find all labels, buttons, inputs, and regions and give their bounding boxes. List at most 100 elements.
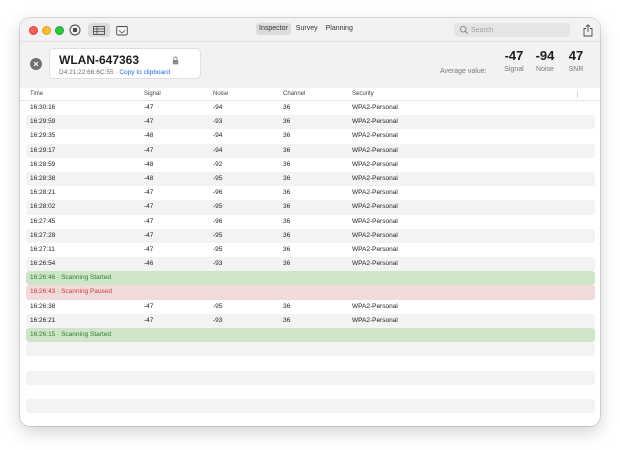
cell-signal: -47 (144, 146, 154, 154)
cell-signal: -47 (144, 245, 154, 253)
cell-security: WPA2-Personal (352, 132, 398, 140)
event-text: 16:26:46 · Scanning Started (30, 274, 111, 282)
copy-to-clipboard-link[interactable]: Copy to clipboard (119, 69, 170, 76)
empty-table-row (26, 413, 595, 426)
cell-time: 16:27:28 (30, 231, 56, 239)
table-row[interactable]: 16:27:45 -47 -96 36 WPA2-Personal (26, 215, 595, 229)
table-row[interactable]: 16:27:28 -47 -95 36 WPA2-Personal (26, 228, 595, 243)
cell-channel: 36 (283, 146, 291, 154)
table-row[interactable]: 16:29:17 -47 -94 36 WPA2-Personal (26, 143, 595, 158)
stop-icon[interactable] (68, 23, 82, 37)
window-minimize-button[interactable] (42, 26, 51, 35)
table-row[interactable]: 16:28:38 -48 -95 36 WPA2-Personal (26, 171, 595, 187)
cell-noise: -94 (213, 104, 223, 111)
scanning-started-row[interactable]: 16:26:46 · Scanning Started (26, 271, 595, 286)
column-divider[interactable] (577, 91, 578, 98)
empty-table-row (26, 385, 595, 399)
column-header-signal[interactable]: Signal (144, 91, 161, 97)
cell-time: 16:28:59 (30, 160, 56, 168)
network-name: WLAN-647363 (59, 53, 140, 67)
cell-time: 16:26:54 (30, 260, 56, 268)
cell-noise: -95 (213, 245, 223, 253)
column-header-time[interactable]: Time (30, 91, 43, 97)
cell-channel: 36 (283, 189, 291, 197)
search-field (454, 23, 570, 37)
cell-noise: -95 (213, 174, 223, 182)
cell-channel: 36 (283, 118, 291, 126)
cell-signal: -47 (144, 316, 154, 324)
cell-signal: -47 (144, 104, 154, 111)
event-text: 16:26:43 · Scanning Paused (30, 288, 113, 296)
search-input[interactable] (471, 26, 567, 34)
average-signal-label: Signal (504, 66, 524, 73)
search-icon (459, 25, 468, 34)
table-row[interactable]: 16:29:59 -47 -93 36 WPA2-Personal (26, 115, 595, 130)
table-row[interactable]: 16:28:59 -48 -92 36 WPA2-Personal (26, 158, 595, 172)
cell-channel: 36 (283, 260, 291, 268)
window-close-button[interactable] (29, 26, 38, 35)
average-noise: -94 Noise (530, 48, 560, 73)
cell-security: WPA2-Personal (352, 316, 398, 324)
empty-table-row (26, 356, 595, 370)
list-view-icon[interactable] (88, 23, 110, 37)
table-row[interactable]: 16:26:54 -46 -93 36 WPA2-Personal (26, 257, 595, 272)
cell-signal: -48 (144, 132, 154, 140)
cell-signal: -47 (144, 231, 154, 239)
cell-time: 16:27:11 (30, 245, 55, 253)
cell-noise: -96 (213, 189, 223, 197)
average-noise-value: -94 (535, 48, 555, 63)
cell-security: WPA2-Personal (352, 189, 398, 197)
cell-channel: 36 (283, 160, 291, 168)
cell-channel: 36 (283, 302, 291, 310)
tab-survey[interactable]: Survey (293, 23, 321, 35)
empty-table-row (26, 370, 595, 385)
scanning-paused-row[interactable]: 16:26:43 · Scanning Paused (26, 285, 595, 300)
share-icon[interactable] (582, 23, 594, 37)
cell-security: WPA2-Personal (352, 217, 398, 225)
cell-time: 16:29:17 (30, 146, 56, 154)
window-zoom-button[interactable] (55, 26, 64, 35)
cell-time: 16:26:38 (30, 302, 56, 310)
cell-channel: 36 (283, 132, 291, 140)
column-header-noise[interactable]: Noise (213, 91, 228, 97)
pdf-export-icon[interactable] (115, 23, 129, 37)
close-circle-icon[interactable] (30, 58, 42, 70)
cell-signal: -48 (144, 160, 154, 168)
toolbar: Inspector Survey Planning (20, 18, 600, 42)
cell-noise: -96 (213, 217, 223, 225)
scanning-started-row[interactable]: 16:26:15 · Scanning Started (26, 328, 595, 343)
cell-noise: -92 (213, 160, 223, 168)
cell-noise: -95 (213, 302, 223, 310)
cell-channel: 36 (283, 104, 291, 111)
column-header-security[interactable]: Security (352, 91, 374, 97)
average-snr-value: 47 (568, 48, 584, 63)
tab-planning[interactable]: Planning (323, 23, 356, 35)
cell-time: 16:29:59 (30, 118, 56, 126)
network-subtitle: D4:21:22:66:6C:55 · Copy to clipboard (59, 69, 170, 76)
cell-channel: 36 (283, 316, 291, 324)
cell-security: WPA2-Personal (352, 174, 398, 182)
tab-inspector[interactable]: Inspector (256, 23, 291, 35)
table-row[interactable]: 16:26:21 -47 -93 36 WPA2-Personal (26, 313, 595, 328)
table-row[interactable]: 16:28:02 -47 -95 36 WPA2-Personal (26, 200, 595, 215)
table-row[interactable]: 16:26:38 -47 -95 36 WPA2-Personal (26, 300, 595, 314)
cell-noise: -95 (213, 231, 223, 239)
table-row[interactable]: 16:27:11 -47 -95 36 WPA2-Personal (26, 243, 595, 257)
cell-channel: 36 (283, 203, 291, 211)
cell-security: WPA2-Personal (352, 203, 398, 211)
app-window: Inspector Survey Planning WLAN-647363 D4… (20, 18, 600, 426)
empty-table-row (26, 398, 595, 414)
cell-time: 16:30:16 (30, 104, 56, 111)
cell-security: WPA2-Personal (352, 160, 398, 168)
cell-time: 16:28:38 (30, 174, 56, 182)
measurements-table: 16:30:16 -47 -94 36 WPA2-Personal 16:29:59 -47… (26, 101, 595, 426)
cell-signal: -47 (144, 118, 154, 126)
table-row[interactable]: 16:28:21 -47 -96 36 WPA2-Personal (26, 186, 595, 200)
table-row[interactable]: 16:30:16 -47 -94 36 WPA2-Personal (26, 101, 595, 115)
cell-signal: -46 (144, 260, 154, 268)
column-header-channel[interactable]: Channel (283, 91, 305, 97)
cell-channel: 36 (283, 174, 291, 182)
table-row[interactable]: 16:29:35 -48 -94 36 WPA2-Personal (26, 129, 595, 143)
cell-signal: -48 (144, 174, 154, 182)
cell-security: WPA2-Personal (352, 245, 398, 253)
